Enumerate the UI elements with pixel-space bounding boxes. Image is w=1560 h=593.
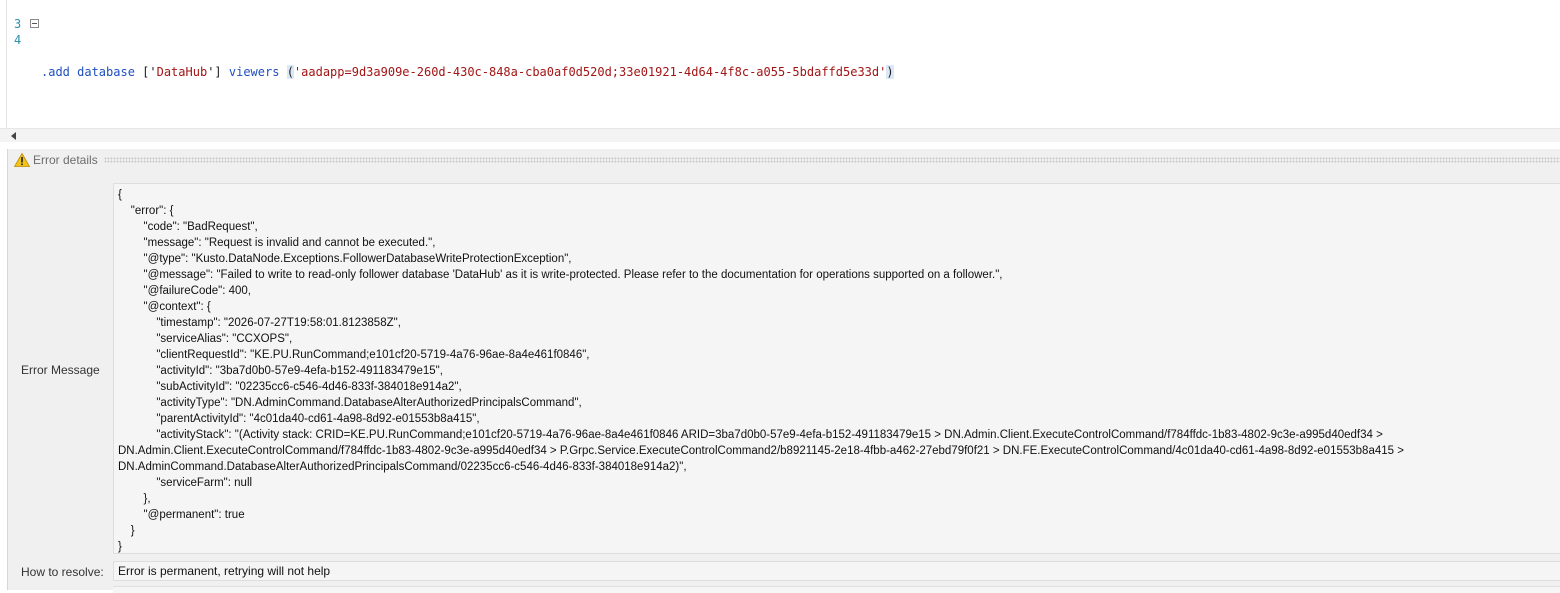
code-statement[interactable]: .add database ['DataHub'] viewers ('aada… (41, 64, 894, 80)
code-line-4[interactable]: 4 .add database ['DataHub'] viewers ('aa… (0, 16, 1560, 79)
scroll-left-icon[interactable] (11, 132, 16, 140)
query-editor[interactable]: 3 4 .add database ['DataHub'] viewers ('… (0, 0, 1560, 128)
error-json-line: "parentActivityId": "4c01da40-cd61-4a98-… (118, 413, 480, 425)
horizontal-scrollbar[interactable] (0, 128, 1560, 142)
error-json-line: "serviceFarm": null (118, 477, 253, 489)
line-number: 4 (14, 33, 22, 47)
error-json-line: "clientRequestId": "KE.PU.RunCommand;e10… (118, 349, 590, 361)
error-details-panel: Error details Error Message { "error": {… (7, 149, 1560, 593)
error-json-line: "@type": "Kusto.DataNode.Exceptions.Foll… (118, 253, 572, 265)
panel-header[interactable]: Error details (8, 149, 1560, 171)
paren-highlight: ) (886, 65, 894, 79)
error-json-line: DN.AdminCommand.DatabaseAlterAuthorizedP… (118, 461, 687, 473)
error-json-line: "serviceAlias": "CCXOPS", (118, 333, 293, 345)
error-message-box[interactable]: { "error": { "code": "BadRequest", "mess… (113, 183, 1560, 554)
database-name-token: DataHub (156, 65, 208, 79)
warning-icon (14, 153, 30, 167)
error-json-line: "@permanent": true (118, 509, 245, 521)
error-json-line: "subActivityId": "02235cc6-c546-4d46-833… (118, 381, 462, 393)
error-json-line: "activityId": "3ba7d0b0-57e9-4efa-b152-4… (118, 365, 443, 377)
error-json-line: }, (118, 493, 151, 505)
panel-drag-grip[interactable] (104, 157, 1560, 163)
panel-title: Error details (33, 153, 98, 167)
collapse-icon[interactable] (30, 19, 39, 28)
how-to-resolve-box[interactable]: Error is permanent, retrying will not he… (113, 561, 1560, 581)
error-json-line: { (118, 189, 122, 201)
error-json-line: "code": "BadRequest", (118, 221, 258, 233)
command-token: .add database (41, 65, 135, 79)
error-json-line: } (118, 525, 135, 537)
code-line-3[interactable]: 3 (0, 0, 1560, 31)
error-json-line: "error": { (118, 205, 174, 217)
error-json-line: "activityType": "DN.AdminCommand.Databas… (118, 397, 582, 409)
how-to-resolve-value: Error is permanent, retrying will not he… (118, 564, 331, 578)
error-json-line: "@context": { (118, 301, 211, 313)
error-json-line: DN.Admin.Client.ExecuteControlCommand/f7… (118, 445, 1404, 457)
error-json-line: "@message": "Failed to write to read-onl… (118, 269, 1003, 281)
error-message-label: Error Message (21, 363, 100, 377)
error-json-line: "activityStack": "(Activity stack: CRID=… (118, 429, 1383, 441)
keyword-token: viewers (228, 65, 280, 79)
error-json-line: "message": "Request is invalid and canno… (118, 237, 436, 249)
how-to-resolve-label: How to resolve: (21, 565, 104, 579)
error-json-line: "timestamp": "2026-07-27T19:58:01.812385… (118, 317, 401, 329)
error-json-line: } (118, 541, 122, 553)
paren-highlight: ( (286, 65, 294, 79)
error-json-line: "@failureCode": 400, (118, 285, 251, 297)
string-literal-token: 'aadapp=9d3a909e-260d-430c-848a-cba0af0d… (293, 65, 887, 79)
